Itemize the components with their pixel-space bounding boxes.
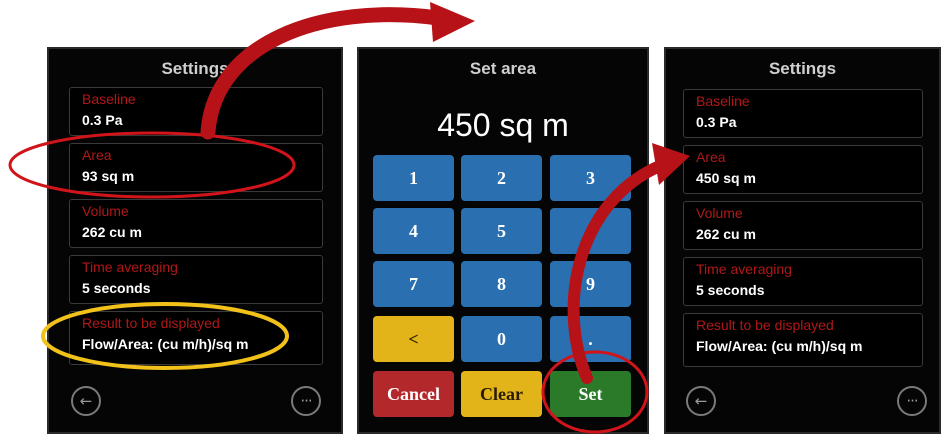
- panel-title: Settings: [161, 59, 229, 78]
- setting-baseline[interactable]: Baseline 0.3 Pa: [683, 89, 923, 138]
- set-button[interactable]: Set: [550, 371, 631, 417]
- setting-value: 0.3 Pa: [82, 112, 123, 128]
- backspace-key[interactable]: <: [373, 316, 454, 362]
- setting-value: Flow/Area: (cu m/h)/sq m: [696, 338, 863, 354]
- panel-title: Settings: [768, 59, 837, 78]
- setting-value: 0.3 Pa: [696, 114, 737, 130]
- setting-baseline[interactable]: Baseline 0.3 Pa: [69, 87, 323, 136]
- setting-time-averaging[interactable]: Time averaging 5 seconds: [69, 255, 323, 304]
- setting-volume[interactable]: Volume 262 cu m: [69, 199, 323, 248]
- settings-panel-after: Settings Baseline 0.3 Pa Area 450 sq m V…: [664, 47, 941, 434]
- back-arrow-icon[interactable]: ←: [71, 386, 101, 416]
- setting-label: Volume: [696, 205, 743, 221]
- key-9[interactable]: 9: [550, 261, 631, 307]
- back-arrow-icon[interactable]: ←: [686, 386, 716, 416]
- setting-value: 262 cu m: [696, 226, 756, 242]
- key-7[interactable]: 7: [373, 261, 454, 307]
- setting-label: Baseline: [82, 91, 136, 107]
- setting-label: Result to be displayed: [696, 317, 834, 333]
- key-4[interactable]: 4: [373, 208, 454, 254]
- panel-title: Set area: [469, 59, 537, 78]
- key-5[interactable]: 5: [461, 208, 542, 254]
- setting-label: Area: [696, 149, 726, 165]
- more-options-icon[interactable]: ···: [291, 386, 321, 416]
- setting-value: 5 seconds: [82, 280, 151, 296]
- setting-result-displayed[interactable]: Result to be displayed Flow/Area: (cu m/…: [683, 313, 923, 367]
- key-8[interactable]: 8: [461, 261, 542, 307]
- setting-value: 5 seconds: [696, 282, 765, 298]
- key-2[interactable]: 2: [461, 155, 542, 201]
- setting-label: Baseline: [696, 93, 750, 109]
- setting-area[interactable]: Area 93 sq m: [69, 143, 323, 192]
- key-0[interactable]: 0: [461, 316, 542, 362]
- setting-label: Volume: [82, 203, 129, 219]
- setting-label: Time averaging: [696, 261, 792, 277]
- setting-value: 262 cu m: [82, 224, 142, 240]
- setting-label: Area: [82, 147, 112, 163]
- key-6[interactable]: 6: [550, 208, 631, 254]
- more-options-icon[interactable]: ···: [897, 386, 927, 416]
- set-area-keypad-panel: Set area 450 sq m 1 2 3 4 5 6 7 8 9 < 0 …: [357, 47, 649, 434]
- setting-value: Flow/Area: (cu m/h)/sq m: [82, 336, 249, 352]
- setting-result-displayed[interactable]: Result to be displayed Flow/Area: (cu m/…: [69, 311, 323, 365]
- setting-value: 450 sq m: [696, 170, 756, 186]
- settings-panel-before: Settings Baseline 0.3 Pa Area 93 sq m Vo…: [47, 47, 343, 434]
- area-display-value: 450 sq m: [437, 107, 569, 143]
- decimal-point-key[interactable]: .: [550, 316, 631, 362]
- setting-volume[interactable]: Volume 262 cu m: [683, 201, 923, 250]
- setting-label: Time averaging: [82, 259, 178, 275]
- clear-button[interactable]: Clear: [461, 371, 542, 417]
- key-1[interactable]: 1: [373, 155, 454, 201]
- setting-value: 93 sq m: [82, 168, 135, 184]
- cancel-button[interactable]: Cancel: [373, 371, 454, 417]
- setting-label: Result to be displayed: [82, 315, 220, 331]
- setting-time-averaging[interactable]: Time averaging 5 seconds: [683, 257, 923, 306]
- arrow-head-top: [430, 2, 475, 42]
- setting-area[interactable]: Area 450 sq m: [683, 145, 923, 194]
- key-3[interactable]: 3: [550, 155, 631, 201]
